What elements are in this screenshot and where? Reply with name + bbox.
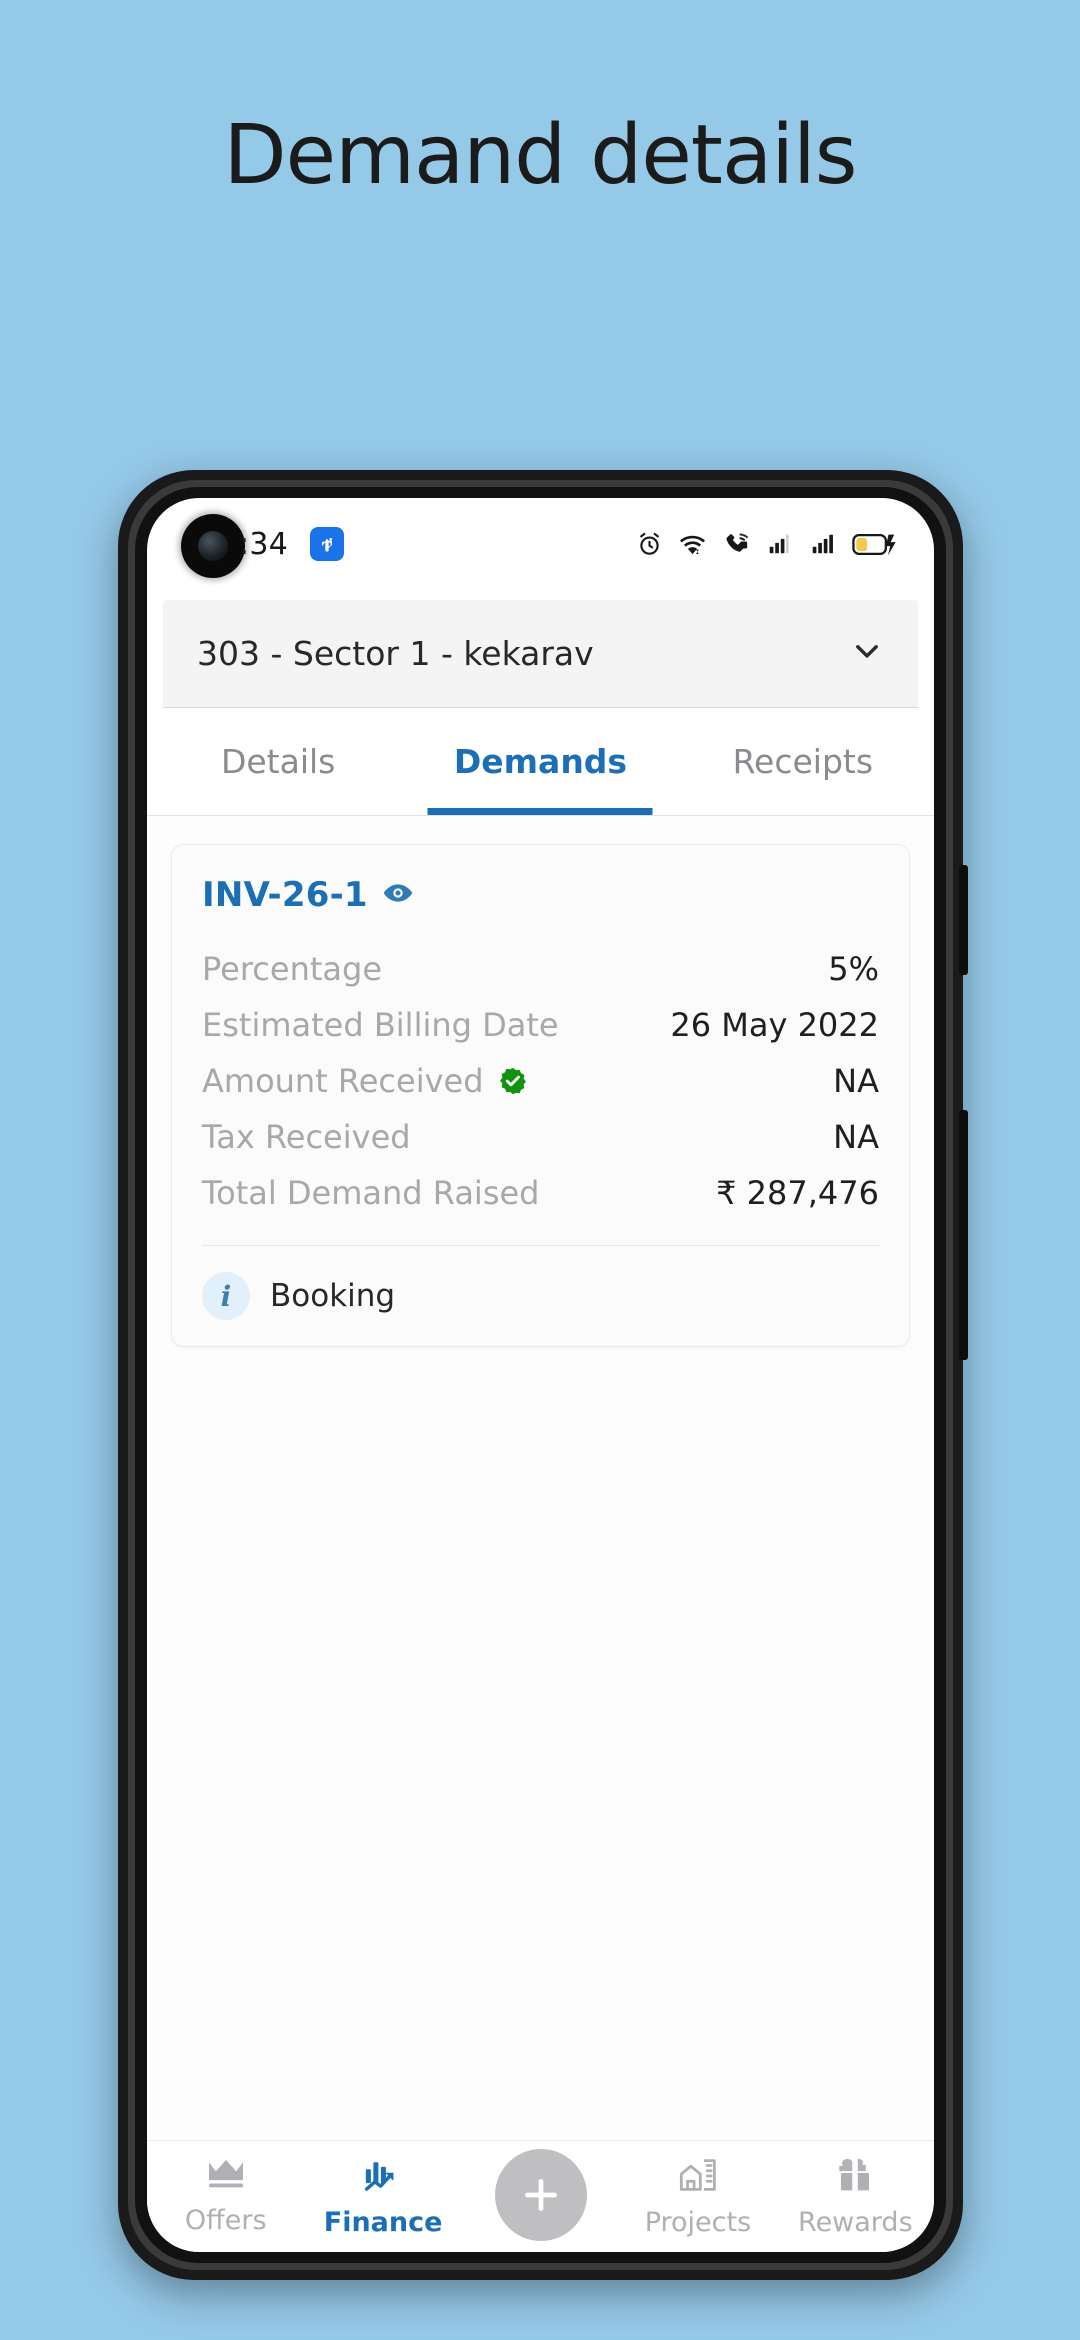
table-row: Total Demand Raised ₹ 287,476 (202, 1165, 879, 1221)
buildings-icon (677, 2157, 719, 2198)
finance-chart-icon (362, 2157, 404, 2198)
camera-punch-hole (181, 514, 245, 578)
eye-icon[interactable] (382, 877, 414, 914)
phone-mockup: :34 303 - Sector 1 - kekarav Details Dem… (118, 470, 968, 2280)
wifi-calling-icon (726, 532, 749, 552)
gift-icon (835, 2157, 875, 2198)
nav-label: Rewards (798, 2207, 913, 2238)
nav-item-offers[interactable]: Offers (147, 2157, 304, 2236)
alarm-icon (640, 532, 659, 555)
row-value: NA (833, 1062, 879, 1100)
row-value: 5% (828, 950, 879, 988)
tab-demands[interactable]: Demands (409, 708, 671, 815)
row-label: Estimated Billing Date (202, 1006, 559, 1044)
wifi-icon (680, 535, 705, 554)
table-row: Percentage 5% (202, 941, 879, 997)
invoice-id: INV-26-1 (202, 875, 368, 915)
signal-sim2-icon (812, 534, 833, 554)
power-button[interactable] (959, 1110, 968, 1360)
tab-receipts[interactable]: Receipts (672, 708, 934, 815)
status-clock: :34 (239, 526, 289, 562)
row-label: Amount Received (202, 1062, 484, 1100)
row-value: 26 May 2022 (670, 1006, 879, 1044)
project-selector-value: 303 - Sector 1 - kekarav (197, 634, 594, 673)
tab-details[interactable]: Details (147, 708, 409, 815)
page-title: Demand details (223, 108, 858, 203)
nav-item-add[interactable] (462, 2149, 619, 2241)
status-bar: :34 (147, 498, 934, 590)
status-icons (636, 531, 900, 558)
demand-card[interactable]: INV-26-1 Percentage 5% Estimated Billing… (171, 844, 910, 1347)
signal-sim1-icon (769, 534, 789, 554)
table-row: Amount Received NA (202, 1053, 879, 1109)
row-value: ₹ 287,476 (716, 1174, 879, 1212)
demand-card-header: INV-26-1 (202, 875, 879, 915)
verified-icon (498, 1066, 528, 1096)
table-row: Tax Received NA (202, 1109, 879, 1165)
tab-bar: Details Demands Receipts (147, 708, 934, 816)
tab-content-demands: INV-26-1 Percentage 5% Estimated Billing… (147, 816, 934, 2140)
usb-icon (310, 527, 345, 561)
demand-type-label: Booking (270, 1278, 396, 1314)
nav-label: Projects (644, 2207, 752, 2238)
nav-item-projects[interactable]: Projects (619, 2157, 776, 2238)
plus-icon[interactable] (494, 2149, 587, 2241)
row-value: NA (833, 1118, 879, 1156)
row-label: Percentage (202, 950, 383, 988)
info-icon[interactable]: i (202, 1272, 250, 1320)
project-selector[interactable]: 303 - Sector 1 - kekarav (163, 600, 918, 708)
nav-label: Offers (184, 2205, 267, 2236)
table-row: Estimated Billing Date 26 May 2022 (202, 997, 879, 1053)
volume-button[interactable] (959, 865, 968, 975)
nav-label: Finance (323, 2207, 443, 2238)
row-label: Tax Received (202, 1118, 411, 1156)
bottom-navigation: Offers Finance Projects Rewards (147, 2140, 934, 2252)
nav-item-finance[interactable]: Finance (304, 2157, 461, 2238)
phone-screen: :34 303 - Sector 1 - kekarav Details Dem… (147, 498, 934, 2252)
row-label: Total Demand Raised (202, 1174, 540, 1212)
chevron-down-icon (850, 634, 884, 673)
demand-type-row: i Booking (202, 1246, 879, 1320)
crown-icon (205, 2157, 247, 2196)
nav-item-rewards[interactable]: Rewards (777, 2157, 934, 2238)
battery-charging-icon (852, 533, 896, 555)
